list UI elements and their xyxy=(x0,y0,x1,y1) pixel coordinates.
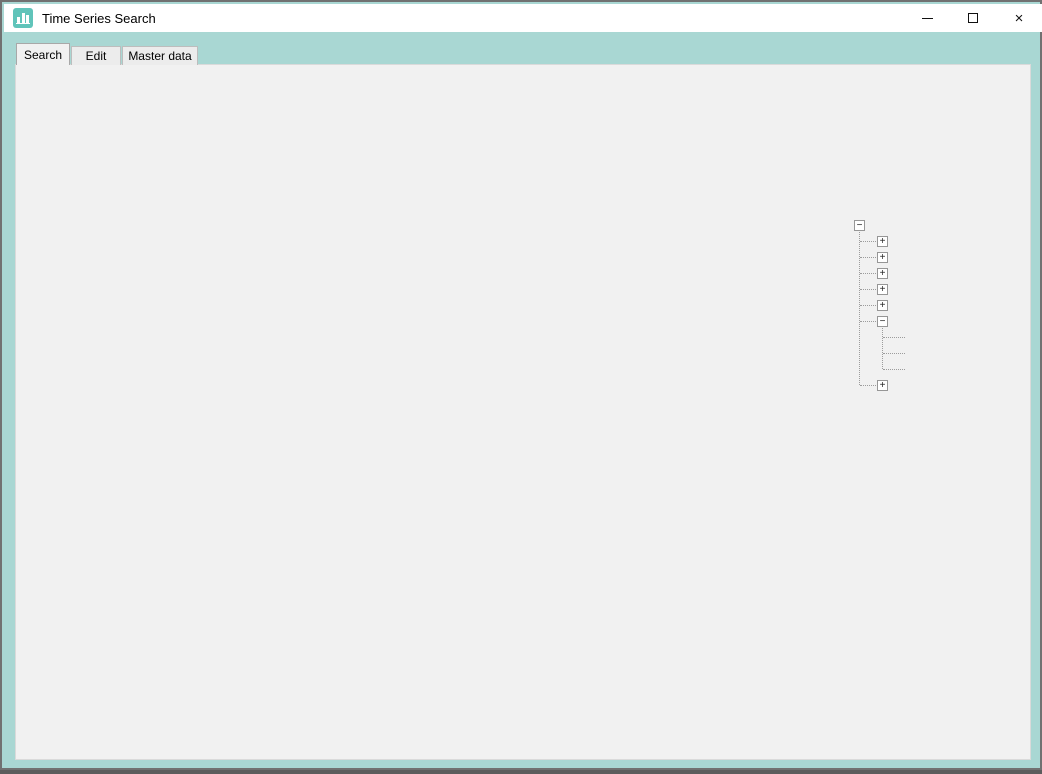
tree-guide xyxy=(859,230,860,385)
collapse-icon[interactable]: − xyxy=(854,220,865,231)
time-series-search-window: Time Series Search × Search Edit Master … xyxy=(0,0,1042,770)
expand-icon[interactable]: + xyxy=(877,268,888,279)
minimize-icon xyxy=(922,18,933,19)
collapse-icon[interactable]: − xyxy=(877,316,888,327)
close-icon: × xyxy=(1015,11,1024,26)
titlebar: Time Series Search × xyxy=(4,4,1042,32)
screen: Time Series Search × Search Edit Master … xyxy=(0,0,1042,774)
expand-icon[interactable]: + xyxy=(877,252,888,263)
window-title: Time Series Search xyxy=(42,11,156,26)
background-window-strip xyxy=(0,770,1042,774)
close-button[interactable]: × xyxy=(996,4,1042,32)
maximize-icon xyxy=(968,13,978,23)
tab-master-data[interactable]: Master data xyxy=(122,46,198,65)
app-chart-icon xyxy=(13,8,33,28)
tab-search[interactable]: Search xyxy=(16,43,70,65)
expand-icon[interactable]: + xyxy=(877,380,888,391)
expand-icon[interactable]: + xyxy=(877,300,888,311)
expand-icon[interactable]: + xyxy=(877,236,888,247)
tree-guide xyxy=(882,325,883,369)
minimize-button[interactable] xyxy=(904,4,950,32)
window-controls: × xyxy=(904,4,1042,32)
maximize-button[interactable] xyxy=(950,4,996,32)
search-tab-panel xyxy=(15,64,1031,760)
expand-icon[interactable]: + xyxy=(877,284,888,295)
tab-edit[interactable]: Edit xyxy=(71,46,121,65)
